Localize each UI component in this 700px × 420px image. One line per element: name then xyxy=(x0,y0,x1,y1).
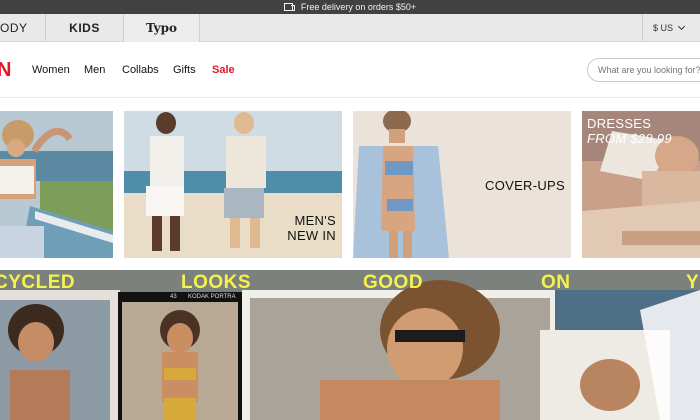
nav-link-collabs[interactable]: Collabs xyxy=(122,64,159,76)
brand-tabs-bar: ODY KIDS Typo $ US xyxy=(0,14,700,42)
delivery-truck-icon xyxy=(283,3,295,11)
currency-label: $ US xyxy=(652,23,673,33)
nav-link-women[interactable]: Women xyxy=(32,64,70,76)
hero-word-3: GOOD xyxy=(363,272,424,293)
promo-bar: Free delivery on orders $50+ xyxy=(0,0,700,14)
category-tile-mens-new-in[interactable]: MEN'S NEW IN xyxy=(124,111,342,258)
hero-banner[interactable]: 43 KODAK PORTRA CYCLED LOOKS GOOD ON Y xyxy=(0,270,700,420)
film-photo-frame: 43 KODAK PORTRA xyxy=(118,292,242,420)
hero-word-2: LOOKS xyxy=(181,272,252,293)
film-photo-image xyxy=(122,302,238,420)
nav-link-sale[interactable]: Sale xyxy=(212,64,235,76)
hero-word-5: Y xyxy=(686,272,700,293)
tile-1-image xyxy=(0,111,113,258)
hero-collage-image xyxy=(0,270,700,420)
hero-word-4: ON xyxy=(541,272,571,293)
main-nav: N Women Men Collabs Gifts Sale xyxy=(0,42,700,98)
category-tile-1[interactable] xyxy=(0,111,113,258)
tile-label-mens-new-in: MEN'S NEW IN xyxy=(287,213,336,243)
film-brand-label: KODAK PORTRA xyxy=(188,294,236,300)
chevron-down-icon xyxy=(677,22,686,31)
currency-selector[interactable]: $ US xyxy=(641,14,686,42)
search-input[interactable] xyxy=(587,58,700,82)
brand-tab-typo[interactable]: Typo xyxy=(124,14,200,42)
film-frame-number: 43 xyxy=(170,294,177,300)
nav-link-men[interactable]: Men xyxy=(84,64,105,76)
tile-label-dresses-price: FROM $29.99 xyxy=(587,131,672,146)
tile-label-line-2: NEW IN xyxy=(287,228,336,243)
promo-text: Free delivery on orders $50+ xyxy=(300,2,417,12)
hero-word-1: CYCLED xyxy=(0,272,76,293)
category-tile-cover-ups[interactable]: COVER-UPS xyxy=(353,111,571,258)
category-tile-dresses[interactable]: DRESSES FROM $29.99 xyxy=(582,111,700,258)
logo[interactable]: N xyxy=(0,59,11,82)
tile-label-line-1: MEN'S xyxy=(294,213,336,228)
tile-label-dresses: DRESSES xyxy=(587,116,652,131)
brand-tab-kids[interactable]: KIDS xyxy=(46,14,124,42)
tile-label-cover-ups: COVER-UPS xyxy=(485,178,565,193)
nav-link-gifts[interactable]: Gifts xyxy=(173,64,196,76)
brand-tab-body[interactable]: ODY xyxy=(0,14,46,42)
